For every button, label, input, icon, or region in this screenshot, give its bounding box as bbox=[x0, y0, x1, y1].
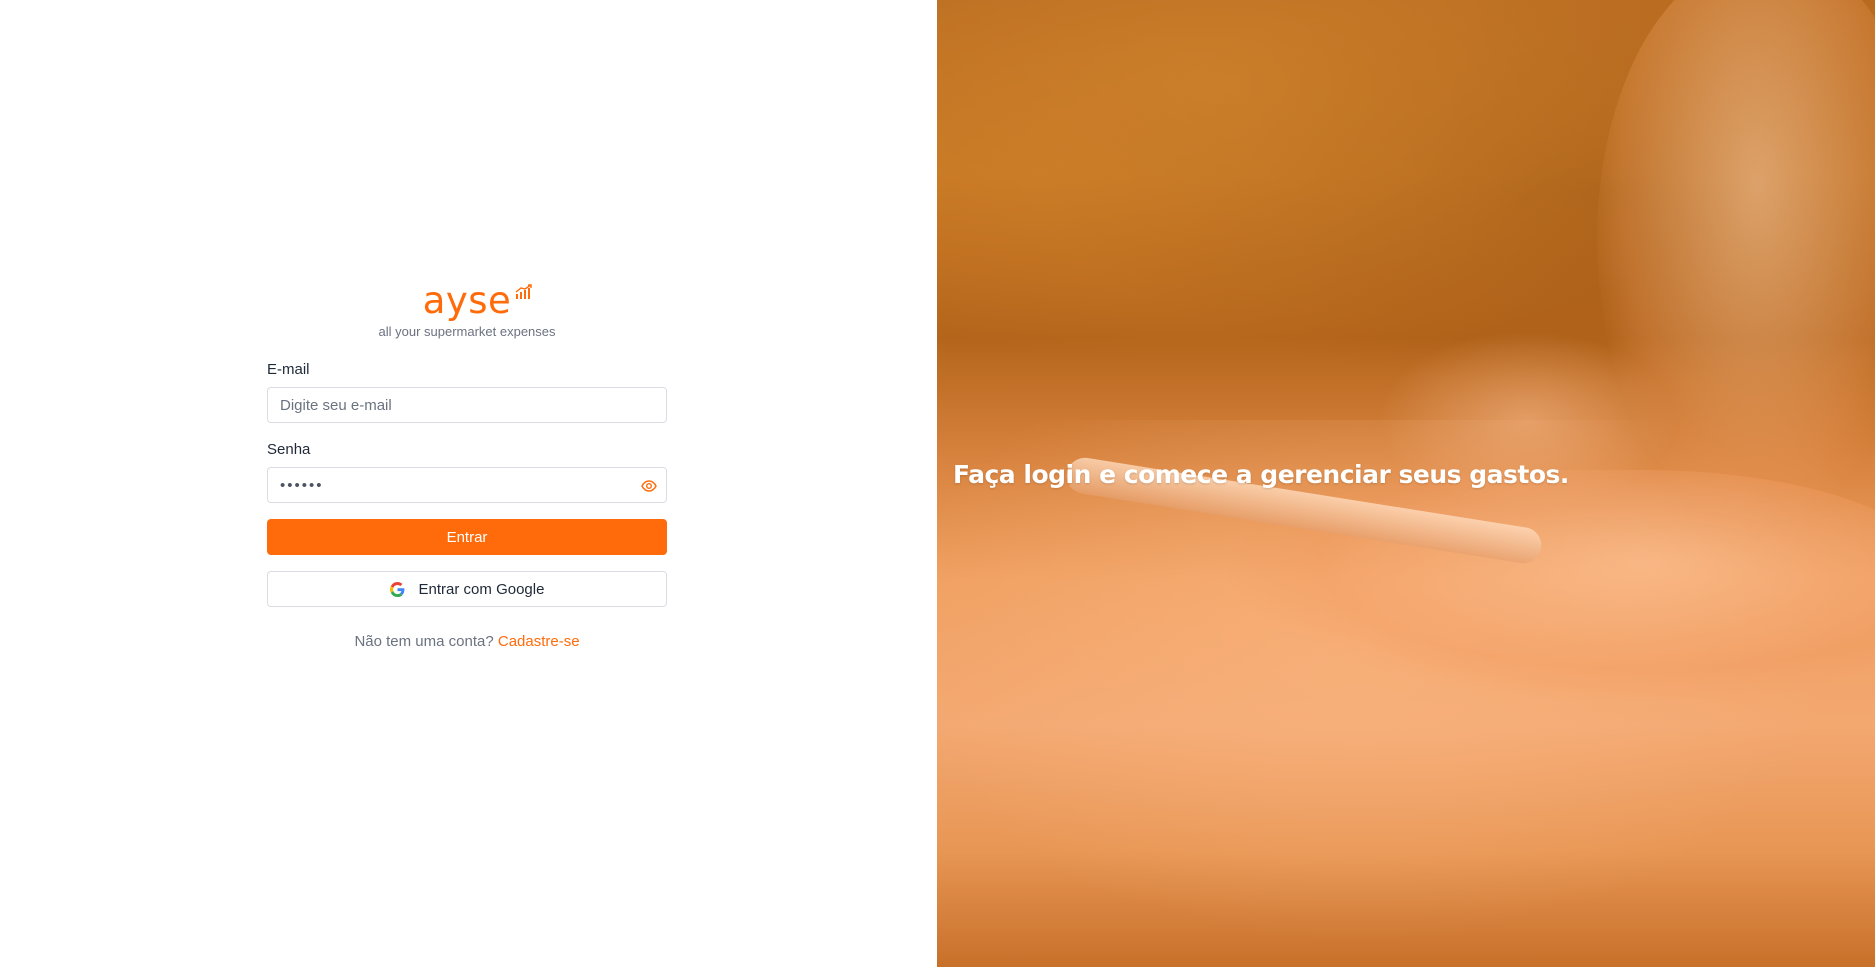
login-panel: ayse all your supermarket expenses E-mai… bbox=[0, 0, 937, 967]
signup-prompt: Não tem uma conta? bbox=[354, 633, 494, 650]
email-field[interactable] bbox=[268, 388, 666, 422]
google-login-label: Entrar com Google bbox=[418, 580, 545, 598]
password-field-wrapper bbox=[267, 467, 667, 503]
login-button[interactable]: Entrar bbox=[267, 519, 667, 555]
chart-growth-icon bbox=[515, 284, 533, 299]
logo: ayse bbox=[422, 279, 533, 322]
password-label: Senha bbox=[267, 441, 311, 458]
brand-header: ayse all your supermarket expenses bbox=[267, 279, 667, 340]
login-page: ayse all your supermarket expenses E-mai… bbox=[0, 0, 1875, 967]
tagline: all your supermarket expenses bbox=[378, 324, 556, 339]
google-icon bbox=[389, 581, 404, 597]
login-form: ayse all your supermarket expenses E-mai… bbox=[267, 280, 667, 650]
eye-icon[interactable] bbox=[641, 478, 657, 494]
hero-panel: Faça login e comece a gerenciar seus gas… bbox=[937, 0, 1875, 967]
email-field-wrapper bbox=[267, 387, 667, 423]
logo-text: ayse bbox=[422, 279, 512, 322]
hero-headline: Faça login e comece a gerenciar seus gas… bbox=[953, 460, 1569, 489]
signup-row: Não tem uma conta? Cadastre-se bbox=[267, 633, 667, 650]
google-login-button[interactable]: Entrar com Google bbox=[267, 571, 667, 607]
password-field[interactable] bbox=[268, 468, 666, 502]
email-label: E-mail bbox=[267, 361, 310, 378]
signup-link[interactable]: Cadastre-se bbox=[498, 633, 580, 650]
